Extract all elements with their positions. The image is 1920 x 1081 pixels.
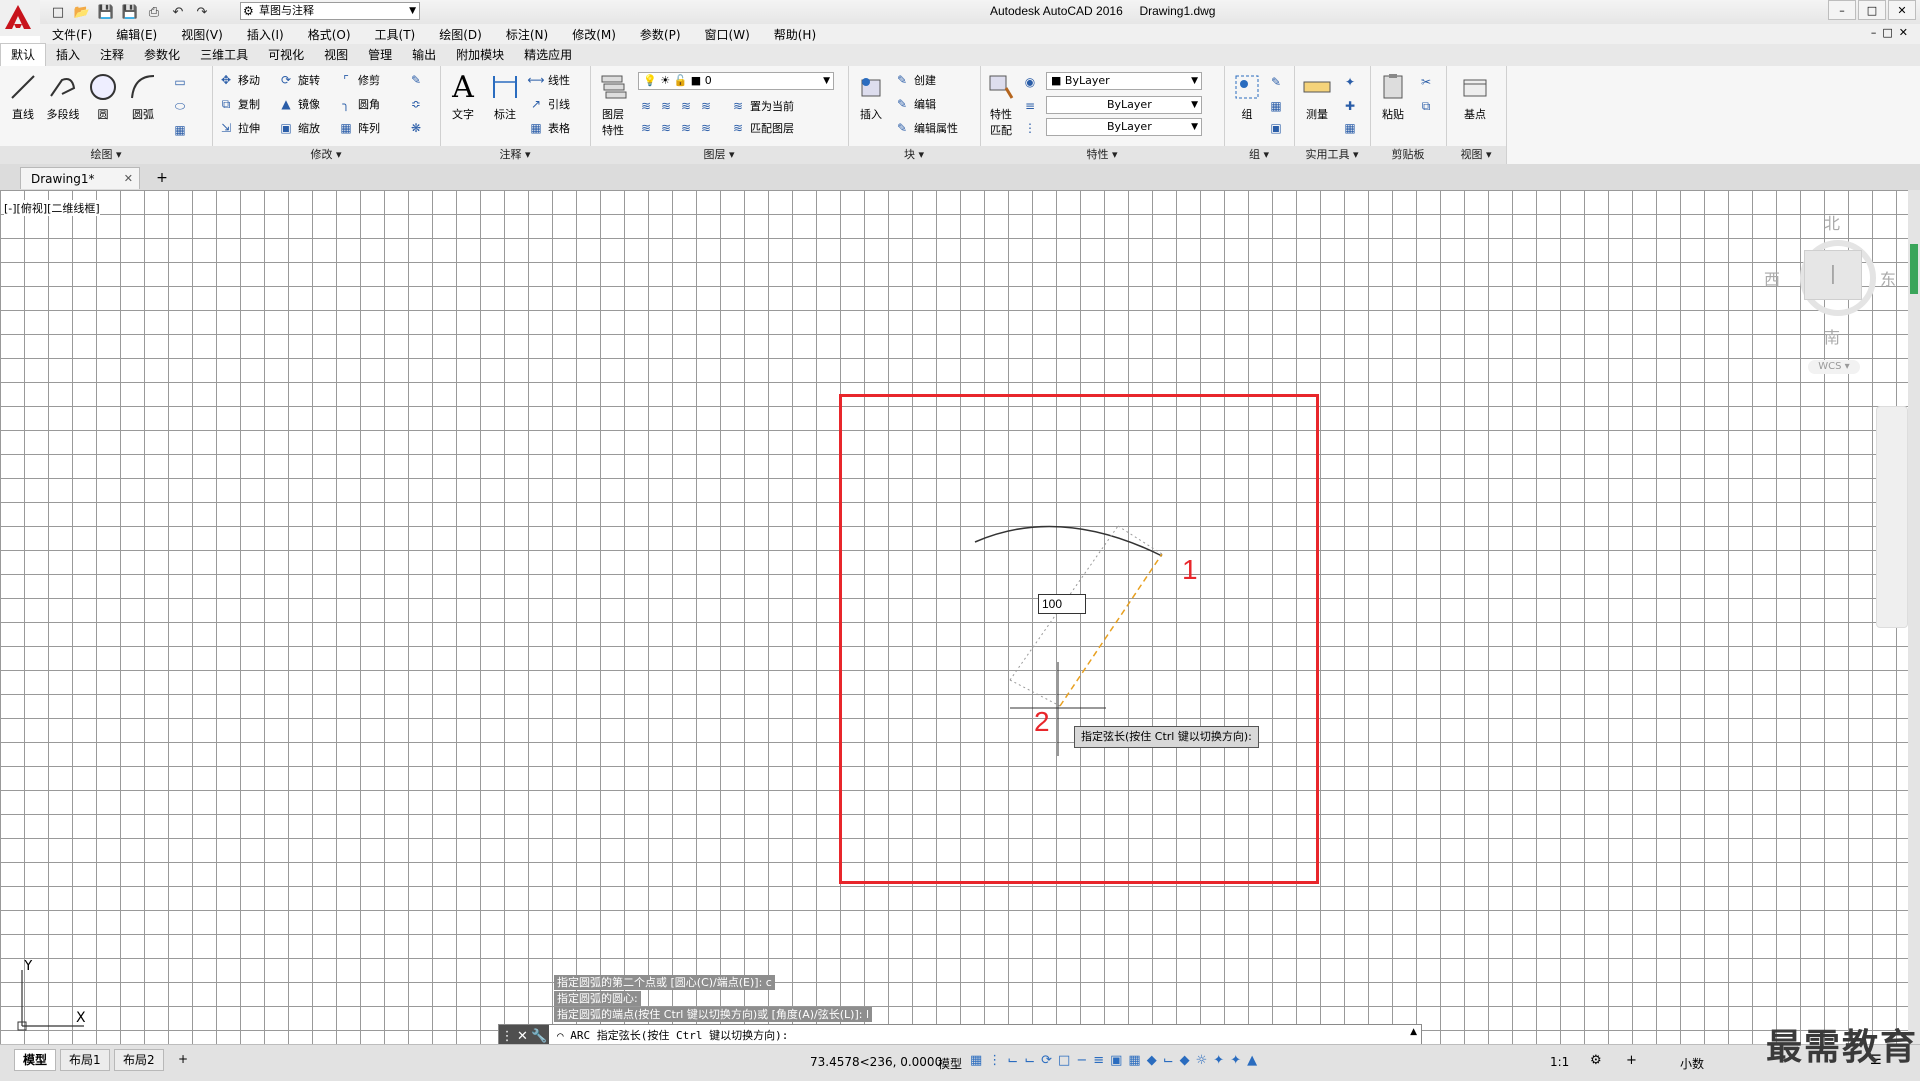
arc-command-icon: ⌒	[557, 1029, 564, 1042]
watermark-logo: 最需教育	[1766, 1027, 1919, 1068]
transparency-icon[interactable]: ▣	[1110, 1053, 1122, 1068]
lineweight-toggle-icon[interactable]: ≡	[1093, 1053, 1104, 1068]
callout-2: 2	[1034, 706, 1050, 737]
gear-icon[interactable]: ⚙	[1590, 1053, 1602, 1068]
plus-icon[interactable]: +	[1626, 1053, 1637, 1068]
command-history: 指定圆弧的第二个点或 [圆心(C)/端点(E)]: c 指定圆弧的圆心: 指定圆…	[554, 975, 873, 1023]
polar-icon[interactable]: ⟳	[1041, 1053, 1052, 1068]
model-space-toggle[interactable]: 模型	[938, 1055, 962, 1072]
scrollbar-thumb[interactable]	[1910, 244, 1918, 294]
snap-icon[interactable]: ⋮	[988, 1053, 1001, 1068]
chevron-up-icon[interactable]: ▲	[1410, 1027, 1417, 1037]
dynamic-input-tooltip: 指定弦长(按住 Ctrl 键以切换方向):	[1074, 726, 1259, 748]
viewcube-west[interactable]: 西	[1764, 266, 1780, 290]
viewcube-east[interactable]: 东	[1880, 266, 1896, 290]
coordinate-readout[interactable]: 73.4578<236, 0.0000	[810, 1055, 942, 1069]
wrench-icon[interactable]: 🔧	[531, 1029, 547, 1044]
viewcube-north[interactable]: 北	[1824, 210, 1840, 234]
drafting-toggles: ▦ ⋮ ⌙ ⌙ ⟳ □ − ≡ ▣ ▦ ◆ ⌙ ◆ ☼ ✦ ✦ ▲	[970, 1053, 1257, 1068]
command-prompt-text: ARC 指定弦长(按住 Ctrl 键以切换方向):	[570, 1029, 789, 1042]
units-display[interactable]: 小数	[1680, 1055, 1704, 1072]
wcs-menu[interactable]: WCS ▾	[1808, 360, 1860, 374]
dynamic-input-icon[interactable]: ⌙	[1007, 1053, 1018, 1068]
3d-osnap-icon[interactable]: ◆	[1147, 1053, 1157, 1068]
dynamic-input-field[interactable]	[1038, 594, 1086, 614]
viewcube-south[interactable]: 南	[1824, 324, 1840, 348]
command-history-line: 指定圆弧的圆心:	[554, 991, 641, 1006]
vertical-scrollbar[interactable]	[1908, 190, 1920, 1044]
wcs-label: WCS	[1818, 361, 1842, 372]
ortho-icon[interactable]: ⌙	[1024, 1053, 1035, 1068]
annotation-scale-icon[interactable]: ▲	[1247, 1053, 1257, 1068]
dynamic-ucs-icon[interactable]: ⌙	[1163, 1053, 1174, 1068]
ucs-y-label: Y	[23, 960, 33, 974]
tab-layout1[interactable]: 布局1	[60, 1049, 110, 1071]
osnap-icon[interactable]: □	[1058, 1053, 1070, 1068]
command-history-line: 指定圆弧的第二个点或 [圆心(C)/端点(E)]: c	[554, 975, 775, 990]
auto-scale-icon[interactable]: ✦	[1230, 1053, 1241, 1068]
annotation-visibility-icon[interactable]: ✦	[1213, 1053, 1224, 1068]
annotation-scale[interactable]: 1:1	[1550, 1055, 1569, 1069]
viewcube[interactable]: 北 南 东 西 │ WCS ▾	[1760, 200, 1900, 380]
command-history-line: 指定圆弧的端点(按住 Ctrl 键以切换方向)或 [角度(A)/弦长(L)]: …	[554, 1007, 873, 1022]
callout-1: 1	[1182, 554, 1198, 585]
ucs-x-label: X	[76, 1010, 86, 1026]
highlight-frame	[839, 394, 1319, 884]
ucs-icon: Y X	[17, 960, 86, 1031]
close-icon[interactable]: ✕	[517, 1029, 528, 1044]
drag-handle-icon[interactable]: ⋮	[501, 1029, 514, 1044]
navigation-bar[interactable]	[1876, 406, 1908, 628]
viewcube-top-face[interactable]: │	[1804, 250, 1862, 300]
tab-model[interactable]: 模型	[14, 1049, 57, 1071]
layout-tabs: 模型 布局1 布局2 +	[0, 1044, 790, 1081]
status-bar: 73.4578<236, 0.0000 模型 ▦ ⋮ ⌙ ⌙ ⟳ □ − ≡ ▣…	[790, 1044, 1920, 1081]
gizmo-icon[interactable]: ☼	[1196, 1053, 1208, 1068]
add-layout-button[interactable]: +	[170, 1049, 196, 1069]
selection-filter-icon[interactable]: ◆	[1180, 1053, 1190, 1068]
tab-layout2[interactable]: 布局2	[114, 1049, 164, 1071]
otrack-icon[interactable]: −	[1076, 1053, 1087, 1068]
grid-icon[interactable]: ▦	[970, 1053, 982, 1068]
selection-cycling-icon[interactable]: ▦	[1128, 1053, 1140, 1068]
